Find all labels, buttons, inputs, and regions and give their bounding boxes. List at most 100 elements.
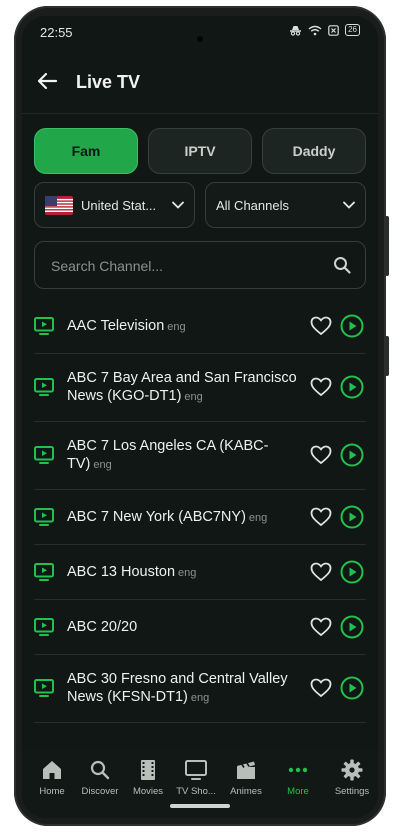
tab-iptv[interactable]: IPTV — [148, 128, 252, 174]
heart-icon[interactable] — [310, 678, 332, 698]
heart-icon[interactable] — [310, 445, 332, 465]
channel-language: eng — [184, 391, 203, 403]
channel-language: eng — [248, 511, 268, 524]
play-circle-icon[interactable] — [340, 505, 364, 529]
heart-icon[interactable] — [310, 617, 332, 637]
film-icon — [141, 760, 155, 780]
tv-icon — [34, 679, 54, 697]
tv-icon — [34, 446, 54, 464]
page-title: Live TV — [76, 72, 141, 92]
channel-title: ABC 7 Bay Area and San Francisco News (K… — [67, 370, 297, 404]
channel-language: eng — [167, 320, 186, 333]
heart-icon[interactable] — [310, 507, 332, 527]
screen-record-icon — [328, 24, 339, 36]
channel-name: ABC 7 Bay Area and San Francisco News (K… — [67, 369, 307, 406]
nav-label: Animes — [230, 786, 262, 797]
battery-indicator: 26 — [345, 24, 360, 36]
play-circle-icon[interactable] — [340, 560, 364, 584]
channel-title: ABC 30 Fresno and Central Valley News (K… — [67, 671, 288, 705]
nav-label: More — [287, 786, 309, 797]
tab-fam[interactable]: Fam — [34, 128, 138, 174]
nav-label: Discover — [81, 786, 119, 797]
gear-icon — [341, 759, 363, 781]
source-tabs: Fam IPTV Daddy — [34, 128, 366, 174]
home-indicator — [170, 804, 230, 808]
nav-label: Movies — [132, 786, 164, 797]
status-time: 22:55 — [40, 25, 73, 40]
tv-icon — [34, 507, 54, 526]
play-circle-icon[interactable] — [340, 375, 364, 399]
channel-language: eng — [190, 692, 210, 704]
heart-icon[interactable] — [310, 316, 332, 336]
channel-language: eng — [178, 566, 197, 579]
channel-name: ABC 13 Houston eng — [67, 563, 307, 582]
home-icon — [43, 761, 61, 779]
search-icon[interactable] — [333, 256, 351, 274]
nav-label: Home — [39, 786, 65, 797]
tv-icon — [34, 562, 54, 581]
channel-row[interactable]: ABC 20/20 — [34, 599, 366, 655]
nav-more[interactable]: More — [272, 758, 324, 797]
screen: 22:55 26 Live TV Fam IPTV Daddy United S… — [22, 16, 378, 818]
tv-icon — [34, 378, 54, 396]
nav-tv-sho[interactable]: TV Sho... — [170, 758, 222, 797]
power-button — [385, 336, 389, 376]
app-bar: Live TV — [22, 58, 378, 108]
channel-title: ABC 13 Houston — [67, 563, 176, 580]
channel-title: ABC 7 New York (ABC7NY) — [67, 508, 246, 525]
us-flag-icon — [45, 195, 73, 215]
nav-home[interactable]: Home — [26, 758, 78, 797]
category-select-value: All Channels — [216, 197, 289, 213]
wifi-icon — [308, 25, 322, 35]
status-bar: 22:55 26 — [22, 16, 378, 48]
channel-row[interactable]: ABC 7 Los Angeles CA (KABC-TV) eng — [34, 421, 366, 490]
search-icon — [90, 760, 110, 780]
tv-icon — [185, 760, 207, 780]
channel-title: AAC Television — [67, 317, 165, 334]
nav-animes[interactable]: Animes — [220, 758, 272, 797]
arrow-left-icon — [37, 72, 58, 90]
channel-name: AAC Television eng — [67, 317, 307, 336]
tv-icon — [34, 617, 54, 636]
nav-label: TV Sho... — [176, 786, 216, 797]
channel-row[interactable]: ABC 7 New York (ABC7NY) eng — [34, 489, 366, 545]
channel-title: ABC 20/20 — [67, 618, 138, 635]
channel-name: ABC 7 New York (ABC7NY) eng — [67, 508, 307, 527]
incognito-icon — [290, 25, 302, 36]
heart-icon[interactable] — [310, 562, 332, 582]
channel-row[interactable]: AAC Television eng — [34, 298, 366, 354]
chevron-down-icon — [343, 201, 355, 209]
clapper-icon — [237, 761, 255, 779]
front-camera — [197, 36, 203, 42]
channel-row[interactable]: ABC 13 Houston eng — [34, 544, 366, 600]
play-circle-icon[interactable] — [340, 314, 364, 338]
search-input[interactable] — [49, 242, 323, 290]
status-icons: 26 — [289, 24, 360, 36]
nav-discover[interactable]: Discover — [74, 758, 126, 797]
nav-movies[interactable]: Movies — [122, 758, 174, 797]
play-circle-icon[interactable] — [340, 676, 364, 700]
nav-label: Settings — [334, 786, 370, 797]
heart-icon[interactable] — [310, 377, 332, 397]
channel-name: ABC 7 Los Angeles CA (KABC-TV) eng — [67, 437, 307, 474]
filter-row: United Stat... All Channels — [34, 182, 366, 228]
header-divider — [22, 113, 378, 114]
play-circle-icon[interactable] — [340, 615, 364, 639]
channel-name: ABC 20/20 — [67, 618, 307, 637]
channel-row[interactable]: ABC 30 Fresno and Central Valley News (K… — [34, 654, 366, 723]
volume-button — [385, 216, 389, 276]
search-box — [34, 241, 366, 290]
channel-row[interactable]: ABC 7 Bay Area and San Francisco News (K… — [34, 353, 366, 422]
tab-daddy[interactable]: Daddy — [262, 128, 366, 174]
channel-name: ABC 30 Fresno and Central Valley News (K… — [67, 670, 307, 707]
country-select-value: United Stat... — [81, 197, 157, 213]
category-select[interactable]: All Channels — [205, 182, 366, 228]
more-dots-icon — [288, 767, 308, 773]
chevron-down-icon — [172, 201, 184, 209]
tv-icon — [34, 316, 54, 335]
country-select[interactable]: United Stat... — [34, 182, 195, 228]
play-circle-icon[interactable] — [340, 443, 364, 467]
nav-settings[interactable]: Settings — [326, 758, 378, 797]
channel-language: eng — [93, 459, 112, 471]
back-button[interactable] — [36, 70, 58, 97]
